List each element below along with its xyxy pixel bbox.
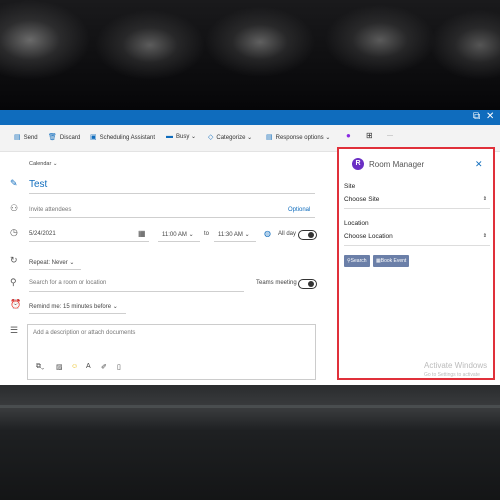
discard-button[interactable]: 🗑 Discard	[48, 133, 80, 141]
to-label: to	[204, 231, 210, 237]
repeat-underline	[29, 269, 81, 270]
categorize-dropdown[interactable]: ◇ Categorize ⌄	[208, 133, 252, 141]
teams-meeting-toggle[interactable]	[298, 279, 317, 289]
scheduling-assistant-button[interactable]: ▣ Scheduling Assistant	[90, 133, 155, 141]
scheduling-icon: ▣	[90, 134, 97, 141]
room-manager-logo: R	[352, 158, 364, 170]
description-box[interactable]: Add a description or attach documents ⧉⌄…	[27, 324, 316, 380]
response-icon: ▤	[266, 134, 273, 141]
tag-icon: ◇	[208, 134, 214, 141]
description-placeholder: Add a description or attach documents	[33, 330, 136, 336]
date-input[interactable]: 5/24/2021	[29, 231, 56, 237]
event-title-input[interactable]: Test	[29, 179, 47, 190]
more-options-button[interactable]: ···	[387, 133, 393, 139]
background-floor	[0, 385, 500, 500]
all-day-label: All day	[278, 231, 297, 237]
invite-attendees-input[interactable]: Invite attendees	[29, 207, 71, 213]
start-underline	[158, 241, 200, 242]
emoji-icon[interactable]: ☺	[71, 363, 78, 370]
invite-underline	[29, 217, 315, 218]
busy-dropdown[interactable]: ▬ Busy ⌄	[166, 133, 196, 140]
all-day-toggle[interactable]	[298, 230, 317, 240]
room-manager-panel: R Room Manager ✕ Site Choose Site ⇕ Loca…	[337, 147, 495, 380]
response-options-dropdown[interactable]: ▤ Response options ⌄	[266, 133, 330, 141]
addin-icon[interactable]: ⊞	[366, 131, 373, 140]
send-icon: ▤	[14, 134, 21, 141]
send-button[interactable]: ▤ Send	[14, 133, 38, 141]
date-underline	[29, 241, 149, 242]
site-select[interactable]: Choose Site ⇕	[344, 196, 490, 209]
document-icon[interactable]: ▯	[117, 363, 121, 371]
repeat-dropdown[interactable]: Repeat: Never ⌄	[29, 259, 74, 266]
trash-icon: 🗑	[48, 134, 57, 141]
location-input[interactable]: Search for a room or location	[29, 280, 106, 286]
book-event-button[interactable]: ▦Book Event	[373, 255, 410, 267]
background-top	[0, 0, 500, 110]
room-manager-addin-icon[interactable]: ●	[346, 131, 351, 140]
panel-close-icon[interactable]: ✕	[475, 159, 483, 170]
title-bar: ⧉ ✕	[0, 110, 500, 125]
format-icon[interactable]: A	[86, 363, 91, 370]
panel-title: Room Manager	[369, 160, 425, 169]
floor-highlight	[0, 405, 500, 408]
timezone-globe-icon[interactable]: ◍	[264, 229, 271, 238]
reminder-underline	[29, 313, 126, 314]
start-time-dropdown[interactable]: 11:00 AM ⌄	[162, 231, 194, 238]
popout-icon[interactable]: ⧉	[473, 111, 480, 122]
location-select[interactable]: Choose Location ⇕	[344, 233, 490, 246]
activate-windows-title: Activate Windows	[424, 361, 488, 370]
image-icon[interactable]: ▨	[56, 363, 63, 371]
location-label: Location	[344, 220, 369, 227]
search-button[interactable]: ⚲Search	[344, 255, 370, 267]
event-form: Calendar ⌄ ✎ Test ⚇ Invite attendees Opt…	[0, 151, 335, 385]
calendar-icon[interactable]: ▦	[138, 229, 146, 238]
location-underline	[29, 291, 244, 292]
end-underline	[214, 241, 256, 242]
site-label: Site	[344, 183, 356, 190]
repeat-icon: ↻	[10, 255, 18, 265]
close-icon[interactable]: ✕	[486, 111, 494, 122]
notes-icon: ☰	[10, 325, 19, 335]
site-select-arrow-icon: ⇕	[482, 196, 487, 202]
activate-windows-subtitle: Go to Settings to activate	[424, 372, 480, 378]
location-select-arrow-icon: ⇕	[482, 233, 487, 239]
person-icon: ⚇	[10, 203, 19, 213]
end-time-dropdown[interactable]: 11:30 AM ⌄	[218, 231, 250, 238]
reminder-dropdown[interactable]: Remind me: 15 minutes before ⌄	[29, 303, 118, 310]
calendar-dropdown[interactable]: Calendar ⌄	[29, 161, 57, 167]
clock-icon: ◷	[10, 227, 18, 237]
optional-link[interactable]: Optional	[288, 207, 310, 213]
alarm-icon: ⏰	[10, 299, 22, 309]
attach-icon[interactable]: ⧉⌄	[36, 363, 44, 371]
edit-icon: ✎	[10, 178, 18, 188]
busy-icon: ▬	[166, 133, 173, 140]
location-pin-icon: ⚲	[10, 277, 17, 287]
title-underline	[29, 193, 315, 194]
highlight-icon[interactable]: ✐	[101, 363, 107, 371]
teams-meeting-label: Teams meeting	[256, 280, 297, 286]
